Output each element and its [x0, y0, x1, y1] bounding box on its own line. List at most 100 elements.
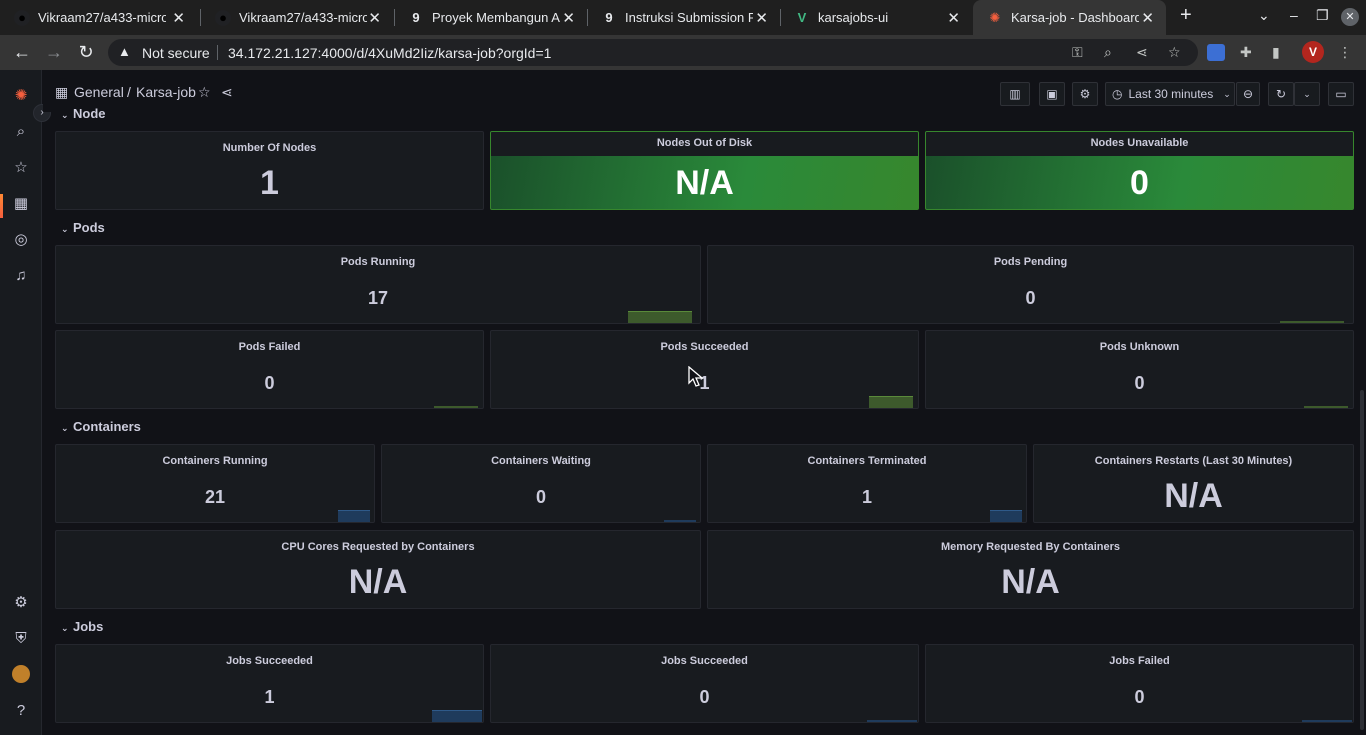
panel-nodes-out-of-disk[interactable]: Nodes Out of Disk N/A — [490, 131, 919, 210]
grafana-sidebar: ✺ ⌕ ☆ ▦ ◎ ♫ ⚙ ⛨ ? — [0, 70, 42, 735]
breadcrumb-folder[interactable]: General — [74, 84, 124, 100]
side-panel-icon[interactable]: ▮ — [1272, 44, 1280, 61]
tv-mode-button[interactable]: ▭ — [1328, 82, 1354, 106]
dashboard-header: ▦ General / Karsa-job ☆ ⋖ ▥ ▣ ⚙ ◷ Last 3… — [43, 70, 1366, 112]
panel-number-of-nodes[interactable]: Number Of Nodes 1 — [55, 131, 484, 210]
panel-memory-requested[interactable]: Memory Requested By Containers N/A — [707, 530, 1354, 609]
mouse-cursor-icon — [688, 366, 704, 387]
browser-tab[interactable]: ● Vikraam27/a433-microservices ✕ — [0, 0, 197, 35]
panel-pods-unknown[interactable]: Pods Unknown 0 — [925, 330, 1354, 409]
sparkline — [434, 406, 478, 408]
dashboards-icon[interactable]: ▦ — [11, 194, 31, 214]
close-tab-icon[interactable]: ✕ — [755, 9, 768, 27]
row-containers[interactable]: ⌄ Containers — [61, 419, 141, 434]
sparkline — [869, 396, 913, 408]
browser-tab-active[interactable]: ✺ Karsa-job - Dashboards - Grafana ✕ — [973, 0, 1166, 35]
stat-value: 0 — [1134, 687, 1145, 707]
settings-gear-icon[interactable]: ⚙ — [11, 593, 31, 613]
close-tab-icon[interactable]: ✕ — [172, 9, 185, 27]
refresh-button[interactable]: ↻ — [1268, 82, 1294, 106]
restore-icon[interactable]: ❐ — [1316, 7, 1329, 24]
sparkline — [432, 710, 482, 722]
star-dashboard-icon[interactable]: ☆ — [198, 84, 211, 101]
back-icon[interactable]: ← — [12, 42, 32, 62]
panel-cpu-requested[interactable]: CPU Cores Requested by Containers N/A — [55, 530, 701, 609]
minimize-icon[interactable]: – — [1290, 7, 1298, 23]
key-icon[interactable]: ⚿ — [1072, 44, 1083, 61]
save-dashboard-button[interactable]: ▣ — [1039, 82, 1065, 106]
panel-containers-terminated[interactable]: Containers Terminated 1 — [707, 444, 1027, 523]
panel-jobs-succeeded[interactable]: Jobs Succeeded 0 — [490, 644, 919, 723]
panel-title: CPU Cores Requested by Containers — [281, 541, 475, 553]
browser-tab[interactable]: V karsajobs-ui ✕ — [780, 0, 972, 35]
menu-kebab-icon[interactable]: ⋮ — [1338, 44, 1352, 61]
panel-pods-running[interactable]: Pods Running 17 — [55, 245, 701, 324]
time-picker-button[interactable]: ◷ Last 30 minutes ⌄ — [1105, 82, 1235, 106]
row-pods[interactable]: ⌄ Pods — [61, 220, 105, 235]
panel-pods-failed[interactable]: Pods Failed 0 — [55, 330, 484, 409]
close-tab-icon[interactable]: ✕ — [1141, 9, 1154, 27]
panel-title: Jobs Succeeded — [226, 655, 313, 667]
starred-icon[interactable]: ☆ — [11, 158, 31, 178]
search-icon[interactable]: ⌕ — [11, 122, 31, 142]
forward-icon[interactable]: → — [44, 42, 64, 62]
warning-icon[interactable]: ▲ — [118, 44, 131, 59]
panel-title: Number Of Nodes — [222, 142, 317, 154]
reload-icon[interactable]: ↻ — [76, 42, 96, 62]
panel-jobs-succeeded[interactable]: Jobs Succeeded 1 — [55, 644, 484, 723]
panel-title: Pods Pending — [993, 256, 1068, 268]
panel-nodes-unavailable[interactable]: Nodes Unavailable 0 — [925, 131, 1354, 210]
chevron-down-icon: ⌄ — [61, 623, 69, 633]
address-bar[interactable]: ▲ Not secure 34.172.21.127:4000/d/4XuMd2… — [108, 39, 1198, 66]
security-label[interactable]: Not secure — [142, 45, 210, 61]
panel-containers-restarts[interactable]: Containers Restarts (Last 30 Minutes) N/… — [1033, 444, 1354, 523]
dicoding-icon: 9 — [605, 10, 613, 25]
tab-search-icon[interactable]: ⌄ — [1258, 7, 1270, 24]
help-icon[interactable]: ? — [11, 701, 31, 721]
page-scrollbar[interactable] — [1360, 390, 1364, 730]
panel-title: Pods Failed — [238, 341, 301, 353]
breadcrumb-dashboard[interactable]: Karsa-job — [136, 84, 196, 100]
new-tab-button[interactable]: + — [1180, 4, 1192, 27]
stat-value: 0 — [699, 687, 710, 707]
sparkline — [1304, 406, 1348, 408]
close-window-icon[interactable]: ✕ — [1341, 8, 1359, 26]
extensions-icon[interactable]: ✚ — [1240, 44, 1252, 61]
panel-pods-pending[interactable]: Pods Pending 0 — [707, 245, 1354, 324]
panel-containers-running[interactable]: Containers Running 21 — [55, 444, 375, 523]
close-tab-icon[interactable]: ✕ — [562, 9, 575, 27]
share-icon[interactable]: ⋖ — [1136, 44, 1148, 61]
browser-toolbar: ← → ↻ ▲ Not secure 34.172.21.127:4000/d/… — [0, 35, 1366, 70]
profile-avatar[interactable]: V — [1302, 41, 1324, 63]
user-avatar[interactable] — [12, 665, 30, 683]
grafana-logo-icon[interactable]: ✺ — [11, 86, 31, 106]
refresh-interval-button[interactable]: ⌄ — [1294, 82, 1320, 106]
row-node[interactable]: ⌄ Node — [61, 106, 106, 118]
stat-value: N/A — [348, 563, 408, 601]
save-icon: ▣ — [1046, 87, 1058, 101]
row-title-text: Jobs — [73, 619, 104, 634]
panel-title: Jobs Succeeded — [661, 655, 748, 667]
explore-icon[interactable]: ◎ — [11, 230, 31, 250]
translate-icon[interactable] — [1207, 44, 1225, 61]
chevron-down-icon: ⌄ — [61, 110, 69, 118]
row-jobs[interactable]: ⌄ Jobs — [61, 619, 103, 634]
close-tab-icon[interactable]: ✕ — [368, 9, 381, 27]
panel-jobs-failed[interactable]: Jobs Failed 0 — [925, 644, 1354, 723]
zoom-icon[interactable]: ⌕ — [1104, 44, 1112, 61]
browser-tab[interactable]: 9 Proyek Membangun Aplikasi ✕ — [394, 0, 587, 35]
panel-containers-waiting[interactable]: Containers Waiting 0 — [381, 444, 701, 523]
url-text[interactable]: 34.172.21.127:4000/d/4XuMd2Iiz/karsa-job… — [228, 45, 551, 61]
browser-tab[interactable]: ● Vikraam27/a433-microservices ✕ — [201, 0, 393, 35]
share-dashboard-icon[interactable]: ⋖ — [221, 84, 233, 101]
alerting-icon[interactable]: ♫ — [11, 266, 31, 286]
stat-value: N/A — [1001, 563, 1060, 601]
dashboard-settings-button[interactable]: ⚙ — [1072, 82, 1098, 106]
close-tab-icon[interactable]: ✕ — [947, 9, 960, 27]
shield-icon[interactable]: ⛨ — [11, 629, 31, 649]
zoom-out-button[interactable]: ⊖ — [1236, 82, 1260, 106]
browser-tab[interactable]: 9 Instruksi Submission Proyek ✕ — [587, 0, 780, 35]
bookmark-star-icon[interactable]: ☆ — [1168, 44, 1181, 61]
add-panel-button[interactable]: ▥ — [1000, 82, 1030, 106]
dashboards-grid-icon: ▦ — [55, 84, 69, 100]
